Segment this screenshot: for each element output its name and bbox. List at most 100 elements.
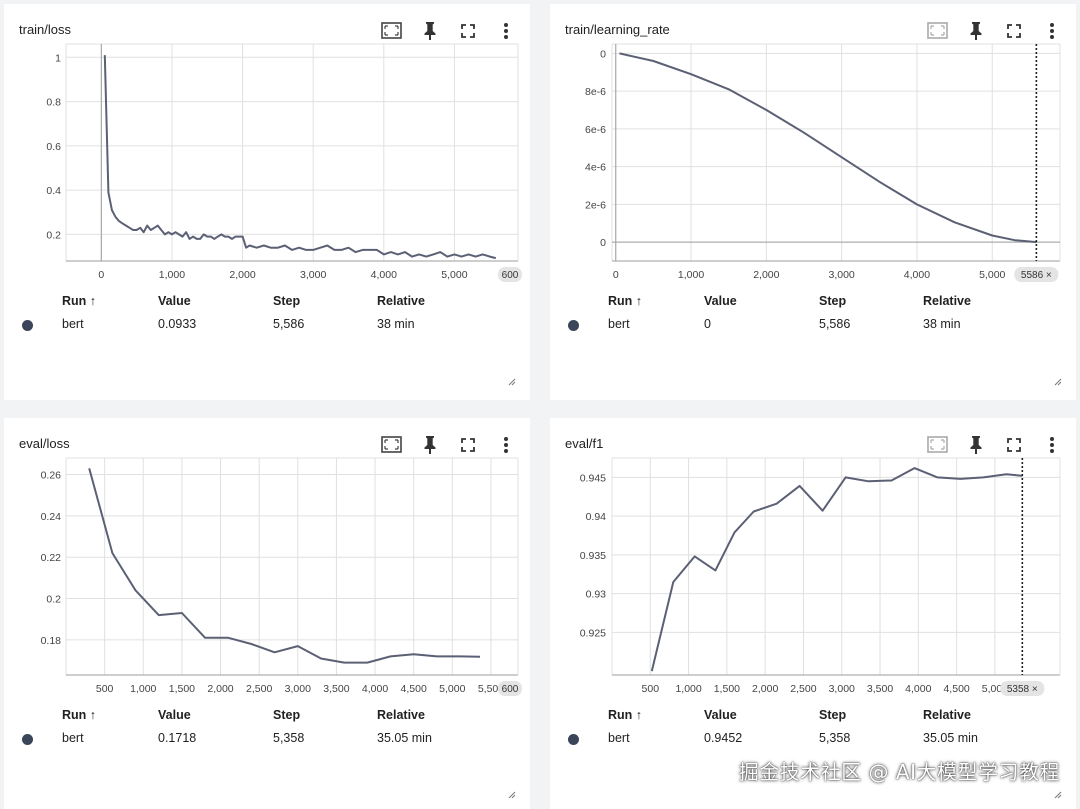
resize-handle-icon[interactable] [1054,791,1062,799]
y-tick-label: 0.24 [41,511,62,523]
series-line-bert [650,467,1023,672]
series-line-bert [88,468,481,664]
step-column-header[interactable]: Step [819,294,846,308]
resize-handle-icon[interactable] [1054,378,1062,386]
x-tick-label: 3,000 [829,683,855,695]
run-table: Run ↑ Value Step Relative bert 0.1718 5,… [4,708,530,768]
run-value: 0 [704,317,711,331]
y-tick-label: 4e-6 [585,162,606,174]
x-tick-label: 4,000 [371,269,397,281]
x-axis-end-label: 600 [502,270,519,281]
y-tick-label: 0.93 [586,589,607,601]
x-tick-label: 4,000 [905,683,931,695]
run-column-header[interactable]: Run ↑ [608,708,642,722]
run-color-dot [22,734,33,745]
watermark-text: 掘金技术社区 @ AI大模型学习教程 [738,760,1060,784]
x-tick-label: 2,000 [752,683,778,695]
y-tick-label: 6e-6 [585,124,606,136]
y-tick-label: 0.94 [586,511,607,523]
x-tick-label: 3,000 [285,683,311,695]
value-column-header[interactable]: Value [158,294,191,308]
chart-card-train-learning-rate: train/learning_rate 0 1,000 2,000 3,000 4,00… [550,4,1076,400]
x-tick-label: 3,000 [300,269,326,281]
y-tick-label: 0 [600,237,606,249]
relative-column-header[interactable]: Relative [377,708,425,722]
y-tick-label: 0 [600,48,606,60]
run-relative: 38 min [923,317,961,331]
x-tick-label: 3,500 [323,683,349,695]
x-tick-label: 2,500 [246,683,272,695]
value-column-header[interactable]: Value [704,294,737,308]
resize-handle-icon[interactable] [508,378,516,386]
chart-card-train-loss: train/loss 0 1,000 2,000 3,000 4,000 5,000 0.2… [4,4,530,400]
run-name: bert [62,731,84,745]
x-tick-label: 2,000 [207,683,233,695]
x-tick-label: 1,500 [714,683,740,695]
y-tick-label: 0.2 [46,594,61,606]
run-relative: 35.05 min [923,731,978,745]
y-tick-label: 0.18 [41,635,62,647]
run-value: 0.9452 [704,731,743,745]
step-column-header[interactable]: Step [273,708,300,722]
x-tick-label: 4,000 [362,683,388,695]
run-name: bert [608,317,630,331]
x-tick-label: 2,000 [753,269,779,281]
y-tick-label: 0.945 [580,472,606,484]
step-cursor-badge-label: 5586 × [1021,270,1052,281]
run-color-dot [568,734,579,745]
relative-column-header[interactable]: Relative [923,708,971,722]
step-column-header[interactable]: Step [819,708,846,722]
series-line-bert [103,55,497,260]
x-tick-label: 5,000 [439,683,465,695]
run-column-header[interactable]: Run ↑ [62,294,96,308]
run-name: bert [62,317,84,331]
resize-handle-icon[interactable] [508,791,516,799]
x-tick-label: 3,500 [867,683,893,695]
run-value: 0.0933 [158,317,197,331]
x-tick-label: 500 [96,683,114,695]
step-cursor-badge-label: 5358 × [1007,684,1038,695]
run-step: 5,358 [819,731,851,745]
x-tick-label: 0 [98,269,104,281]
run-column-header[interactable]: Run ↑ [62,708,96,722]
run-color-dot [568,320,579,331]
x-tick-label: 500 [642,683,660,695]
x-tick-label: 3,000 [829,269,855,281]
run-step: 5,586 [819,317,851,331]
run-table: Run ↑ Value Step Relative bert 0 5,586 3… [550,294,1076,354]
chart-card-eval-f1: eval/f1 500 1,000 1,500 2,000 2,500 3,000 3,50… [550,418,1076,809]
y-tick-label: 0.26 [41,470,62,482]
y-tick-label: 0.935 [580,550,606,562]
y-tick-label: 0.22 [41,552,62,564]
run-color-dot [22,320,33,331]
step-column-header[interactable]: Step [273,294,300,308]
run-column-header[interactable]: Run ↑ [608,294,642,308]
chart-card-eval-loss: eval/loss 500 1,000 1,500 2,000 2,500 3,000 3,… [4,418,530,809]
y-tick-label: 8e-6 [585,86,606,98]
value-column-header[interactable]: Value [158,708,191,722]
x-tick-label: 1,000 [678,269,704,281]
y-tick-label: 0.8 [46,97,61,109]
run-value: 0.1718 [158,731,197,745]
run-step: 5,358 [273,731,305,745]
value-column-header[interactable]: Value [704,708,737,722]
y-tick-label: 0.6 [46,141,61,153]
x-tick-label: 1,500 [169,683,195,695]
run-relative: 35.05 min [377,731,432,745]
x-tick-label: 1,000 [675,683,701,695]
run-name: bert [608,731,630,745]
series-line-bert [619,52,1037,244]
x-tick-label: 4,500 [401,683,427,695]
run-step: 5,586 [273,317,305,331]
x-tick-label: 2,500 [790,683,816,695]
y-tick-label: 0.925 [580,627,606,639]
x-tick-label: 5,000 [441,269,467,281]
y-tick-label: 1 [55,52,61,64]
x-tick-label: 1,000 [130,683,156,695]
x-tick-label: 2,000 [229,269,255,281]
x-tick-label: 5,000 [979,269,1005,281]
relative-column-header[interactable]: Relative [923,294,971,308]
relative-column-header[interactable]: Relative [377,294,425,308]
y-tick-label: 0.4 [46,185,61,197]
x-tick-label: 1,000 [159,269,185,281]
